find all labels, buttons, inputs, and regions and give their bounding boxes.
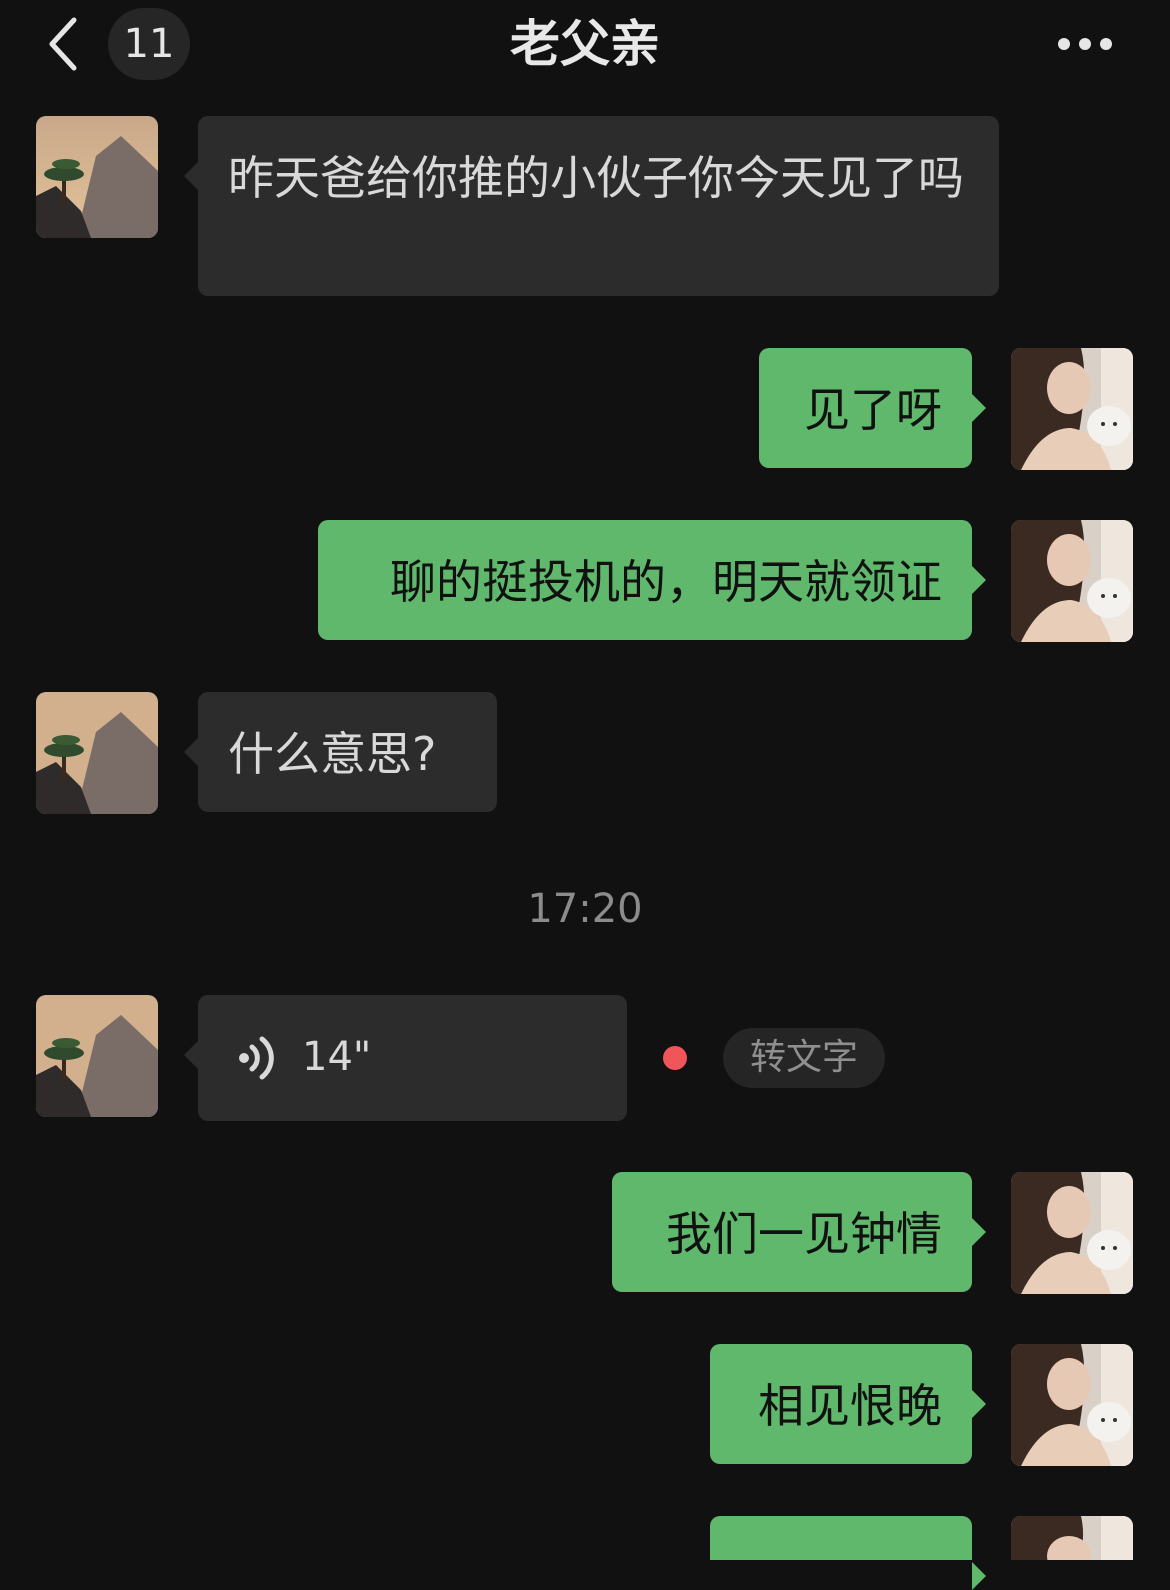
timestamp: 17:20 (527, 886, 643, 932)
my-avatar[interactable] (1011, 1516, 1133, 1560)
message-text: 相见恨晚 (758, 1379, 942, 1433)
my-avatar[interactable] (1011, 348, 1133, 470)
message-bubble-incoming[interactable]: 什么意思? (184, 692, 497, 812)
chat-header: 11 老父亲 (0, 0, 1170, 90)
father-avatar[interactable] (36, 116, 158, 238)
message-text: 什么意思? (228, 727, 437, 781)
voice-duration: 14" (302, 1034, 372, 1080)
voice-message-bubble[interactable]: 14" (184, 995, 627, 1121)
more-button[interactable] (1052, 24, 1118, 64)
my-avatar[interactable] (1011, 1172, 1133, 1294)
message-bubble-outgoing-partial[interactable] (710, 1516, 986, 1590)
message-text: 聊的挺投机的，明天就领证 (390, 555, 942, 609)
message-bubble-outgoing[interactable]: 聊的挺投机的，明天就领证 (318, 520, 986, 640)
father-avatar[interactable] (36, 995, 158, 1117)
convert-to-text-button[interactable]: 转文字 (723, 1028, 885, 1088)
my-avatar[interactable] (1011, 1344, 1133, 1466)
message-bubble-outgoing[interactable]: 见了呀 (759, 348, 986, 468)
voice-wave-icon (239, 1036, 274, 1080)
message-text: 昨天爸给你推的小伙子你今天见了吗 (228, 151, 964, 205)
father-avatar[interactable] (36, 692, 158, 814)
message-bubble-outgoing[interactable]: 相见恨晚 (710, 1344, 986, 1464)
chat-title: 老父亲 (510, 15, 660, 73)
unread-dot (663, 1046, 687, 1070)
my-avatar[interactable] (1011, 520, 1133, 642)
message-bubble-outgoing[interactable]: 我们一见钟情 (612, 1172, 986, 1292)
message-text: 我们一见钟情 (666, 1207, 942, 1261)
message-bubble-incoming[interactable]: 昨天爸给你推的小伙子你今天见了吗 (184, 116, 999, 296)
message-text: 见了呀 (804, 383, 942, 437)
ellipsis-icon (1058, 38, 1112, 50)
